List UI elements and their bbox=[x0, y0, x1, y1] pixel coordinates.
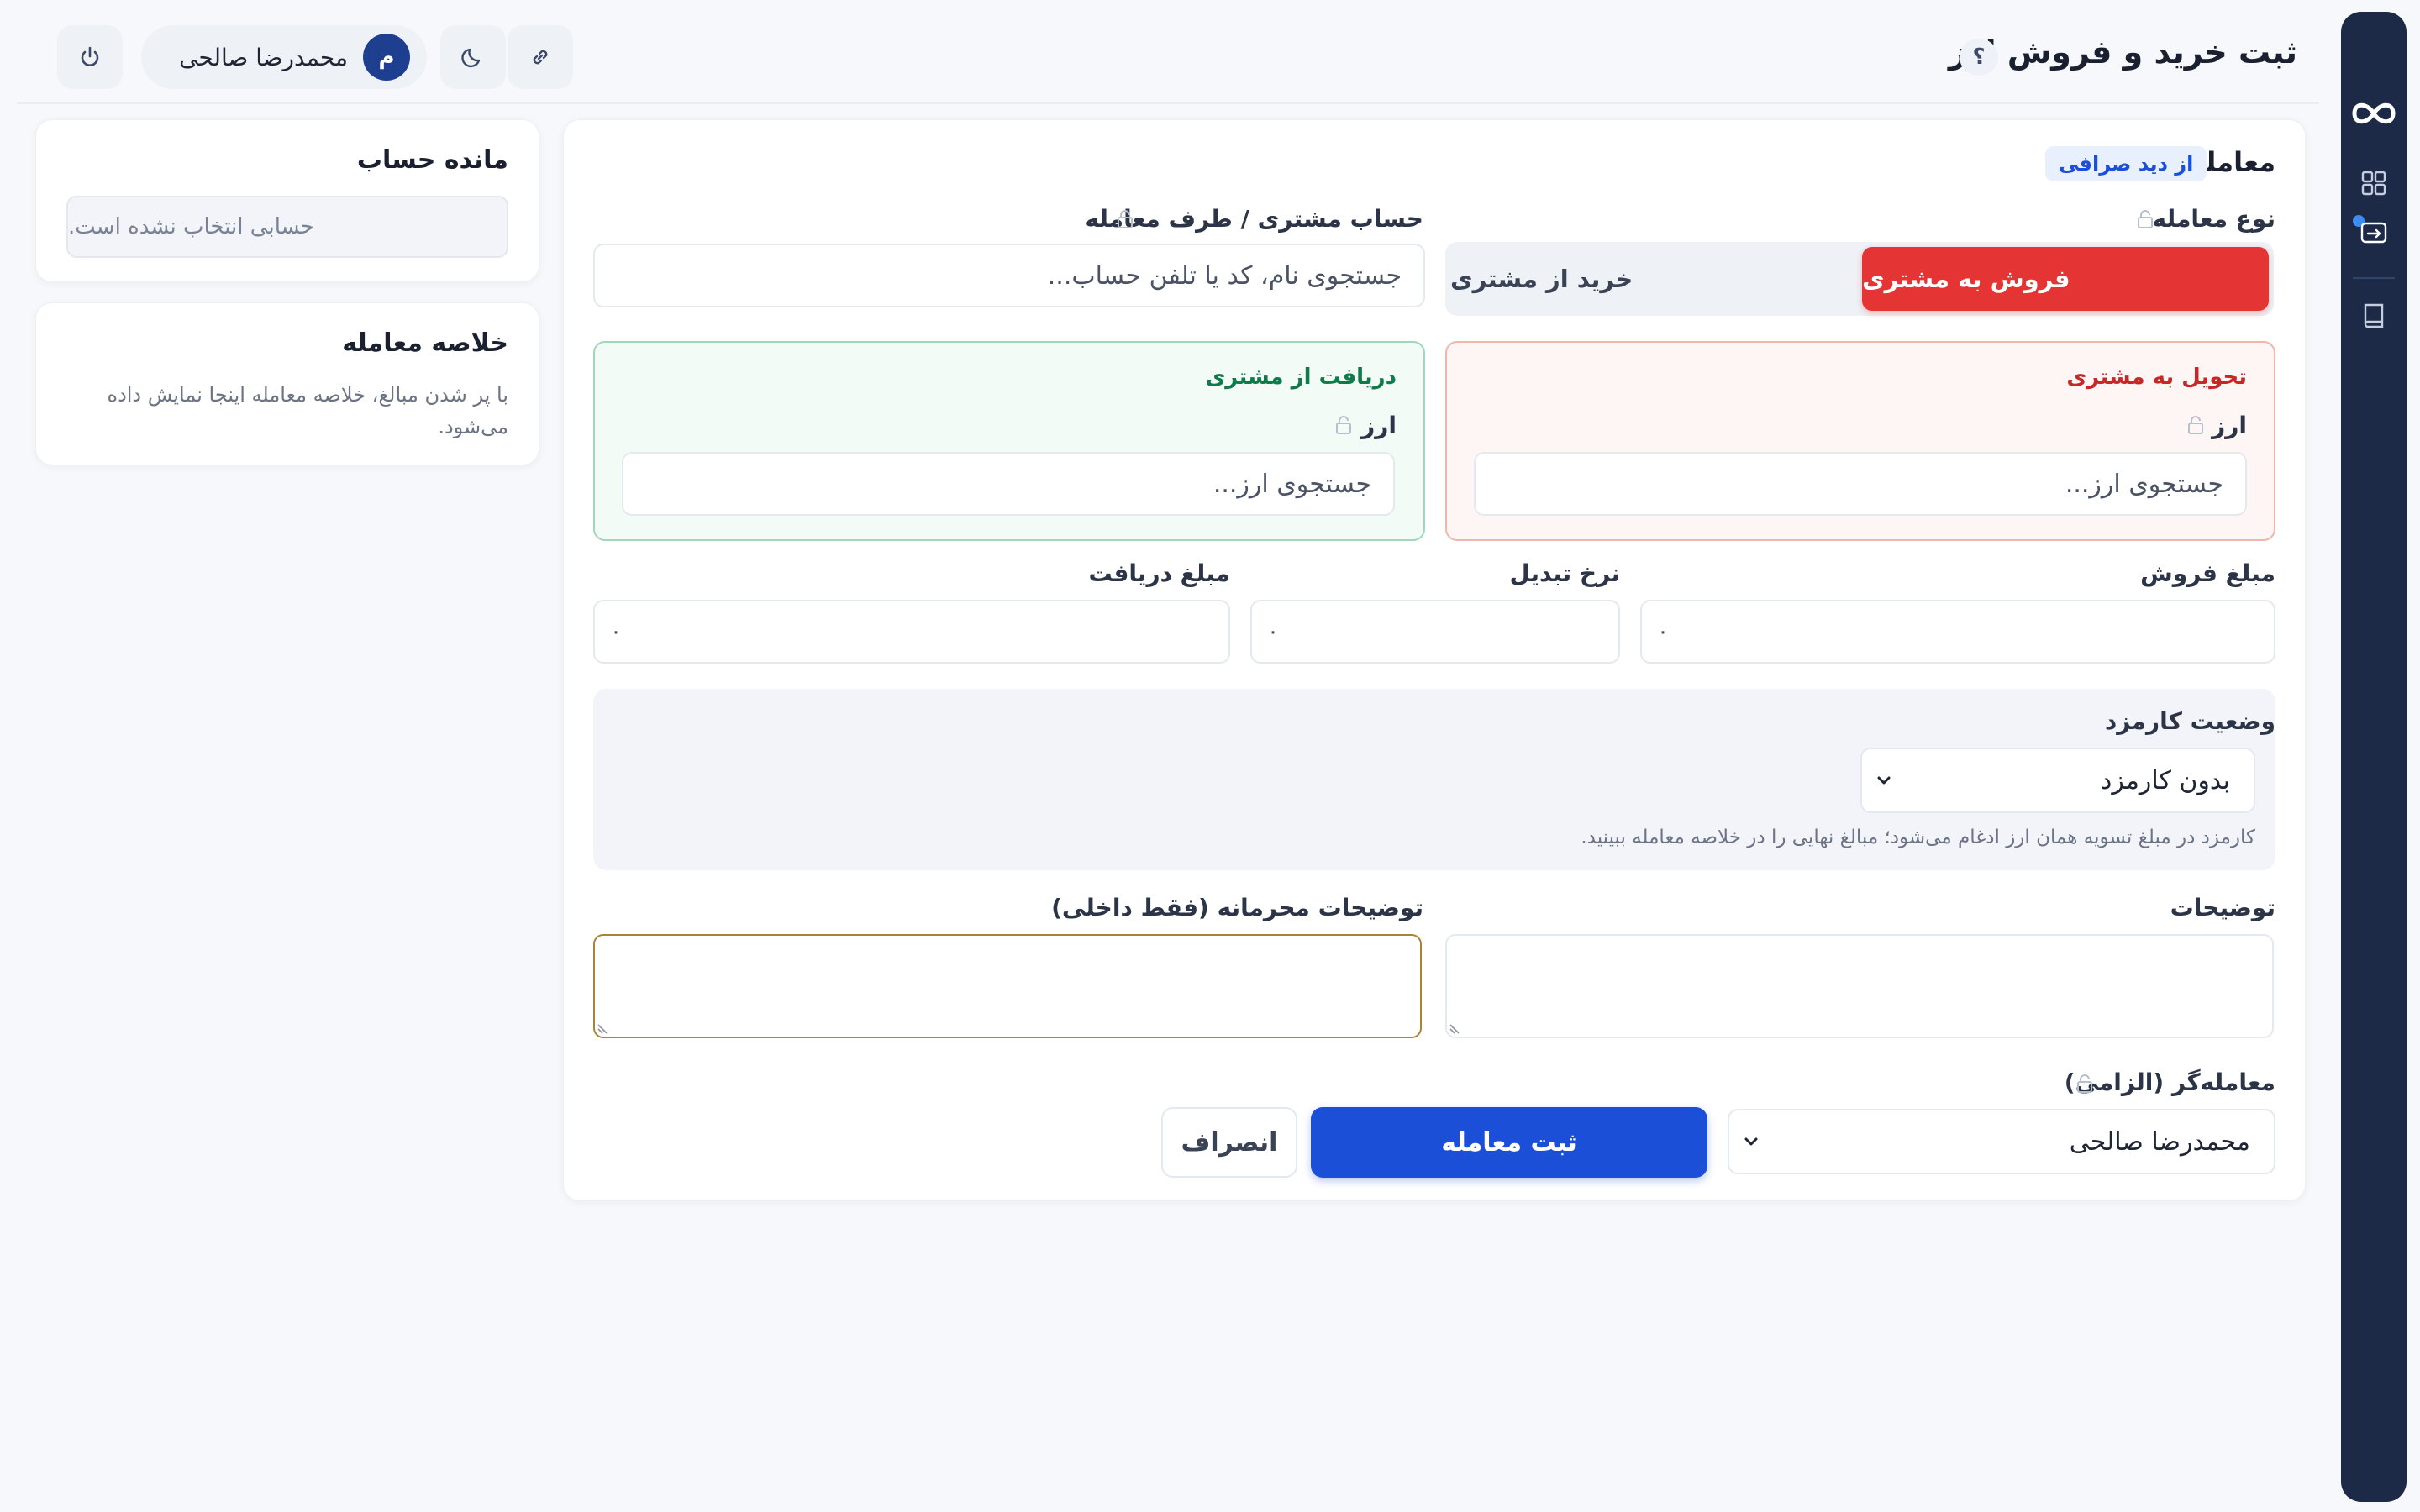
rate-input[interactable]: ۰ bbox=[1250, 600, 1620, 664]
account-search-input[interactable]: جستجوی نام، کد یا تلفن حساب... bbox=[593, 244, 1425, 307]
deal-type-toggle: فروش به مشتری خرید از مشتری bbox=[1445, 242, 2274, 316]
deliver-currency-label: ارز bbox=[2212, 412, 2247, 439]
submit-deal-button[interactable]: ثبت معامله bbox=[1311, 1107, 1707, 1178]
deliver-title: تحویل به مشتری bbox=[2066, 365, 2247, 390]
deliver-panel: تحویل به مشتری ارز جستجوی ارز... bbox=[1445, 341, 2275, 541]
sell-to-customer-option[interactable]: فروش به مشتری bbox=[1862, 247, 2269, 311]
notes-textarea[interactable] bbox=[1445, 934, 2274, 1038]
power-icon bbox=[81, 46, 99, 66]
app-rail bbox=[2341, 12, 2407, 1502]
infinity-logo[interactable] bbox=[2346, 92, 2402, 134]
link-button[interactable] bbox=[508, 25, 573, 89]
private-notes-textarea[interactable] bbox=[593, 934, 1422, 1038]
page-title: ثبت خرید و فروش ارز bbox=[1948, 34, 2297, 71]
fee-select-value: بدون کارمزد bbox=[2100, 765, 2230, 795]
chevron-down-icon bbox=[1744, 1137, 1758, 1146]
cancel-button[interactable]: انصراف bbox=[1161, 1107, 1297, 1178]
lock-icon[interactable] bbox=[2075, 1074, 2094, 1094]
account-label: حساب مشتری / طرف معامله bbox=[1085, 205, 1423, 233]
dealer-select[interactable]: محمدرضا صالحی bbox=[1728, 1109, 2275, 1174]
resize-handle-icon[interactable] bbox=[597, 1021, 610, 1035]
receive-amount-input[interactable]: ۰ bbox=[593, 600, 1230, 664]
lock-icon[interactable] bbox=[1116, 209, 1134, 229]
receive-amount-label: مبلغ دریافت bbox=[1088, 559, 1230, 587]
receive-panel: دریافت از مشتری ارز جستجوی ارز... bbox=[593, 341, 1425, 541]
book-icon[interactable] bbox=[2359, 301, 2389, 331]
fee-hint: کارمزد در مبلغ تسویه همان ارز ادغام می‌ش… bbox=[1581, 827, 2255, 848]
private-notes-label: توضیحات محرمانه (فقط داخلی) bbox=[1051, 894, 1423, 921]
summary-card: خلاصه معامله با پر شدن مبالغ، خلاصه معام… bbox=[35, 302, 539, 465]
balance-empty: حسابی انتخاب نشده است. bbox=[66, 196, 508, 258]
receive-currency-input[interactable]: جستجوی ارز... bbox=[622, 452, 1395, 516]
summary-hint: با پر شدن مبالغ، خلاصه معامله اینجا نمای… bbox=[107, 383, 509, 438]
deliver-currency-input[interactable]: جستجوی ارز... bbox=[1474, 452, 2247, 516]
user-name: محمدرضا صالحی bbox=[179, 43, 348, 71]
lock-icon[interactable] bbox=[1334, 415, 1353, 435]
receive-currency-label: ارز bbox=[1361, 412, 1397, 439]
theme-toggle-button[interactable] bbox=[440, 25, 506, 89]
logout-button[interactable] bbox=[57, 25, 123, 89]
link-icon bbox=[533, 50, 548, 65]
balance-title: مانده حساب bbox=[356, 145, 508, 175]
exchange-icon[interactable] bbox=[2359, 217, 2389, 247]
user-chip[interactable]: محمدرضا صالحی م bbox=[141, 25, 427, 89]
rail-divider bbox=[2353, 277, 2395, 279]
notes-label: توضیحات bbox=[2170, 894, 2275, 921]
sale-amount-input[interactable]: ۰ bbox=[1640, 600, 2275, 664]
moon-icon bbox=[461, 48, 481, 68]
buy-from-customer-option[interactable]: خرید از مشتری bbox=[1450, 247, 1857, 311]
dealer-select-value: محمدرضا صالحی bbox=[2069, 1126, 2250, 1157]
dashboard-icon[interactable] bbox=[2359, 168, 2389, 198]
chevron-down-icon bbox=[1877, 776, 1891, 785]
lock-icon[interactable] bbox=[2136, 209, 2154, 229]
fee-label: وضعیت کارمزد bbox=[2104, 707, 2275, 735]
lock-icon[interactable] bbox=[2186, 415, 2205, 435]
resize-handle-icon[interactable] bbox=[1449, 1021, 1462, 1035]
top-header: ثبت خرید و فروش ارز ؟ محمدرضا صالحی م bbox=[17, 0, 2319, 104]
receive-title: دریافت از مشتری bbox=[1205, 365, 1397, 390]
perspective-badge: از دید صرافی bbox=[2045, 146, 2207, 181]
avatar: م bbox=[363, 34, 410, 81]
balance-card: مانده حساب حسابی انتخاب نشده است. bbox=[35, 119, 539, 282]
fee-select[interactable]: بدون کارمزد bbox=[1860, 748, 2255, 813]
rate-label: نرخ تبدیل bbox=[1509, 559, 1620, 587]
help-icon[interactable]: ؟ bbox=[1960, 39, 1998, 76]
sale-amount-label: مبلغ فروش bbox=[2140, 559, 2275, 587]
dealer-label: معامله‌گر (الزامی) bbox=[2064, 1068, 2275, 1096]
deal-type-label: نوع معامله bbox=[2152, 205, 2275, 233]
summary-title: خلاصه معامله bbox=[342, 328, 508, 358]
